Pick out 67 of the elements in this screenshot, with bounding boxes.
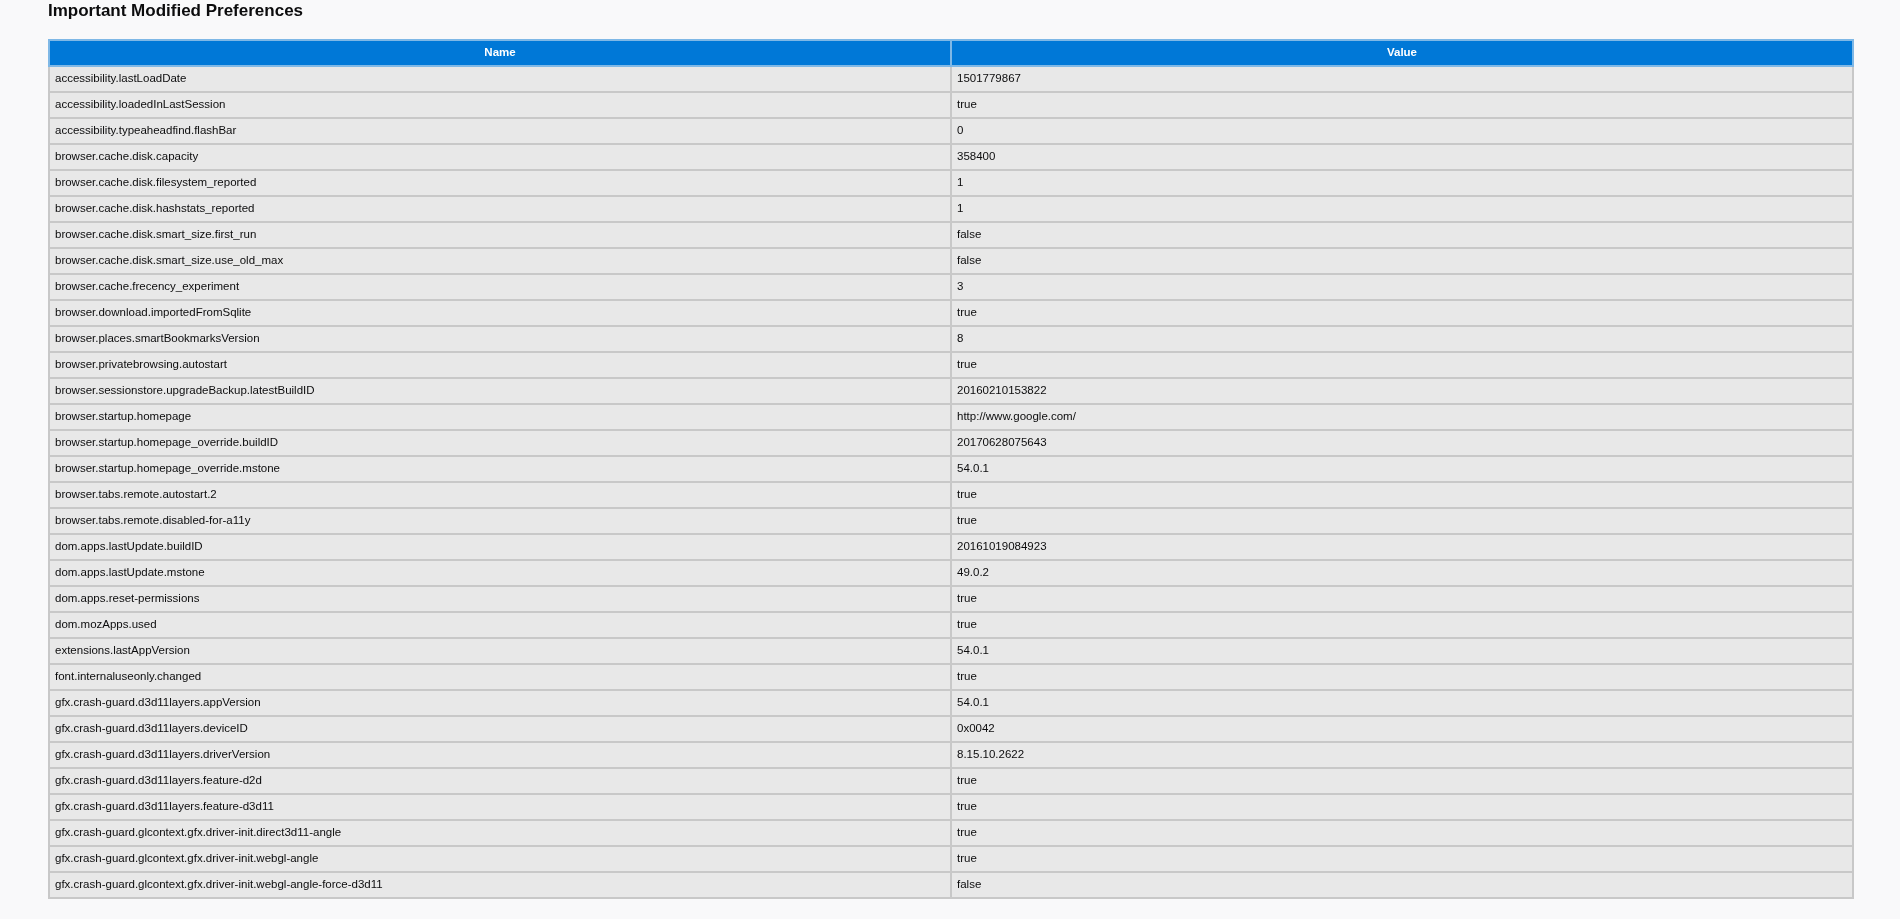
table-cell: gfx.crash-guard.glcontext.gfx.driver-init.webgl-angle-force-d3d11 — [49, 872, 951, 898]
table-cell: true — [951, 482, 1853, 508]
table-cell: true — [951, 846, 1853, 872]
table-cell: font.internaluseonly.changed — [49, 664, 951, 690]
table-cell: 54.0.1 — [951, 456, 1853, 482]
table-cell: dom.apps.lastUpdate.mstone — [49, 560, 951, 586]
table-cell: 358400 — [951, 144, 1853, 170]
table-cell: browser.cache.disk.smart_size.use_old_max — [49, 248, 951, 274]
table-cell: dom.apps.lastUpdate.buildID — [49, 534, 951, 560]
table-cell: 8 — [951, 326, 1853, 352]
table-cell: true — [951, 352, 1853, 378]
table-cell: browser.tabs.remote.autostart.2 — [49, 482, 951, 508]
table-cell: 3 — [951, 274, 1853, 300]
table-cell: dom.apps.reset-permissions — [49, 586, 951, 612]
table-cell: 1 — [951, 170, 1853, 196]
table-cell: 20170628075643 — [951, 430, 1853, 456]
table-cell: browser.startup.homepage_override.mstone — [49, 456, 951, 482]
table-cell: accessibility.loadedInLastSession — [49, 92, 951, 118]
table-cell: 0x0042 — [951, 716, 1853, 742]
table-cell: true — [951, 300, 1853, 326]
table-cell: 8.15.10.2622 — [951, 742, 1853, 768]
table-cell: true — [951, 612, 1853, 638]
table-cell: gfx.crash-guard.glcontext.gfx.driver-init.direct3d11-angle — [49, 820, 951, 846]
table-cell: true — [951, 92, 1853, 118]
column-header: Name — [49, 40, 951, 66]
table-cell: false — [951, 248, 1853, 274]
table-cell: browser.download.importedFromSqlite — [49, 300, 951, 326]
table-cell: accessibility.typeaheadfind.flashBar — [49, 118, 951, 144]
table-cell: true — [951, 820, 1853, 846]
table-cell: true — [951, 664, 1853, 690]
table-cell: 49.0.2 — [951, 560, 1853, 586]
table-cell: browser.tabs.remote.disabled-for-a11y — [49, 508, 951, 534]
table-cell: accessibility.lastLoadDate — [49, 66, 951, 92]
table-cell: dom.mozApps.used — [49, 612, 951, 638]
table-cell: true — [951, 586, 1853, 612]
table-cell: false — [951, 872, 1853, 898]
table-cell: browser.cache.disk.hashstats_reported — [49, 196, 951, 222]
table-cell: 1 — [951, 196, 1853, 222]
table-cell: false — [951, 222, 1853, 248]
table-cell: gfx.crash-guard.d3d11layers.appVersion — [49, 690, 951, 716]
column-header: Value — [951, 40, 1853, 66]
table-cell: 54.0.1 — [951, 690, 1853, 716]
table-cell: browser.cache.disk.capacity — [49, 144, 951, 170]
page-title: Important Modified Preferences — [48, 0, 305, 22]
table-cell: browser.cache.disk.smart_size.first_run — [49, 222, 951, 248]
table-cell: browser.startup.homepage — [49, 404, 951, 430]
table-cell: 0 — [951, 118, 1853, 144]
table-cell: 1501779867 — [951, 66, 1853, 92]
table-cell: gfx.crash-guard.d3d11layers.feature-d3d11 — [49, 794, 951, 820]
table-cell: 54.0.1 — [951, 638, 1853, 664]
table-cell: 20161019084923 — [951, 534, 1853, 560]
table-cell: browser.privatebrowsing.autostart — [49, 352, 951, 378]
table-cell: http://www.google.com/ — [951, 404, 1853, 430]
table-cell: 20160210153822 — [951, 378, 1853, 404]
table-cell: true — [951, 768, 1853, 794]
table-cell: gfx.crash-guard.d3d11layers.deviceID — [49, 716, 951, 742]
table-cell: browser.places.smartBookmarksVersion — [49, 326, 951, 352]
table-cell: true — [951, 794, 1853, 820]
table-cell: browser.startup.homepage_override.buildID — [49, 430, 951, 456]
table-cell: gfx.crash-guard.d3d11layers.driverVersion — [49, 742, 951, 768]
table-cell: gfx.crash-guard.d3d11layers.feature-d2d — [49, 768, 951, 794]
table-cell: browser.sessionstore.upgradeBackup.latestBuildID — [49, 378, 951, 404]
table-cell: browser.cache.disk.filesystem_reported — [49, 170, 951, 196]
table-cell: gfx.crash-guard.glcontext.gfx.driver-init.webgl-angle — [49, 846, 951, 872]
table-cell: browser.cache.frecency_experiment — [49, 274, 951, 300]
table-cell: true — [951, 508, 1853, 534]
table-cell: extensions.lastAppVersion — [49, 638, 951, 664]
